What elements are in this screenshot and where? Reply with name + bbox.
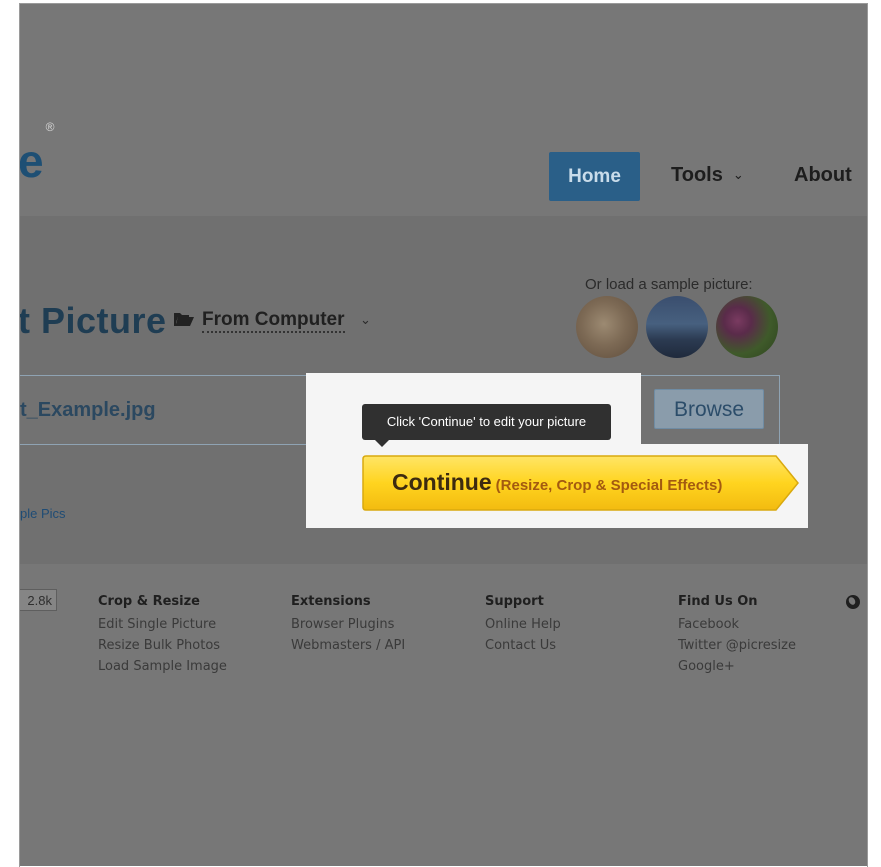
site-logo[interactable]: e®: [20, 121, 54, 187]
tooltip-arrow: [375, 440, 389, 447]
footer-link[interactable]: Browser Plugins: [291, 614, 405, 635]
globe-icon[interactable]: [846, 595, 860, 609]
footer-column-crop-resize: Crop & Resize Edit Single Picture Resize…: [98, 594, 227, 677]
footer-link[interactable]: Facebook: [678, 614, 796, 635]
selected-file-name: t_Example.jpg: [20, 399, 156, 421]
footer-column-find-us: Find Us On Facebook Twitter @picresize G…: [678, 594, 796, 677]
footer-heading: Crop & Resize: [98, 594, 200, 609]
footer-link[interactable]: Resize Bulk Photos: [98, 635, 227, 656]
site-header: e® Home Tools ⌄ About: [20, 4, 867, 216]
footer-link[interactable]: Load Sample Image: [98, 656, 227, 677]
footer-link[interactable]: Twitter @picresize: [678, 635, 796, 656]
sample-city-thumbnail[interactable]: [646, 296, 708, 358]
chevron-down-icon[interactable]: ⌄: [360, 312, 371, 328]
nav-home[interactable]: Home: [549, 152, 640, 201]
logo-text: e: [20, 135, 44, 187]
nav-about[interactable]: About: [794, 164, 852, 187]
continue-button[interactable]: Continue (Resize, Crop & Special Effects): [362, 455, 799, 511]
nav-tools-label: Tools: [671, 164, 723, 186]
footer-link[interactable]: Online Help: [485, 614, 561, 635]
footer-link[interactable]: Contact Us: [485, 635, 561, 656]
share-counter: 2.8k: [20, 589, 57, 611]
sample-flower-thumbnail[interactable]: [716, 296, 778, 358]
footer-heading: Find Us On: [678, 594, 758, 609]
page-title: t Picture: [20, 300, 167, 341]
tour-tooltip: Click 'Continue' to edit your picture: [362, 404, 611, 440]
sample-dog-thumbnail[interactable]: [576, 296, 638, 358]
continue-sub-label: (Resize, Crop & Special Effects): [495, 477, 723, 494]
footer-heading: Extensions: [291, 594, 371, 609]
footer-link[interactable]: Google+: [678, 656, 796, 677]
registered-mark: ®: [45, 119, 55, 134]
sample-pictures-label: Or load a sample picture:: [585, 276, 753, 293]
continue-main-label: Continue: [392, 469, 492, 495]
continue-label: Continue (Resize, Crop & Special Effects): [392, 469, 722, 496]
footer-column-extensions: Extensions Browser Plugins Webmasters / …: [291, 594, 405, 656]
folder-icon: [174, 313, 194, 326]
sample-pics-link[interactable]: ple Pics: [20, 506, 66, 521]
footer-link[interactable]: Webmasters / API: [291, 635, 405, 656]
browse-button[interactable]: Browse: [654, 389, 764, 429]
chevron-down-icon: ⌄: [732, 167, 744, 182]
page-overlay: e® Home Tools ⌄ About t Picture From Comp…: [20, 4, 867, 866]
footer-heading: Support: [485, 594, 544, 609]
nav-tools[interactable]: Tools ⌄: [671, 164, 744, 187]
source-dropdown[interactable]: From Computer: [202, 309, 345, 333]
footer-link[interactable]: Edit Single Picture: [98, 614, 227, 635]
footer-column-support: Support Online Help Contact Us: [485, 594, 561, 656]
